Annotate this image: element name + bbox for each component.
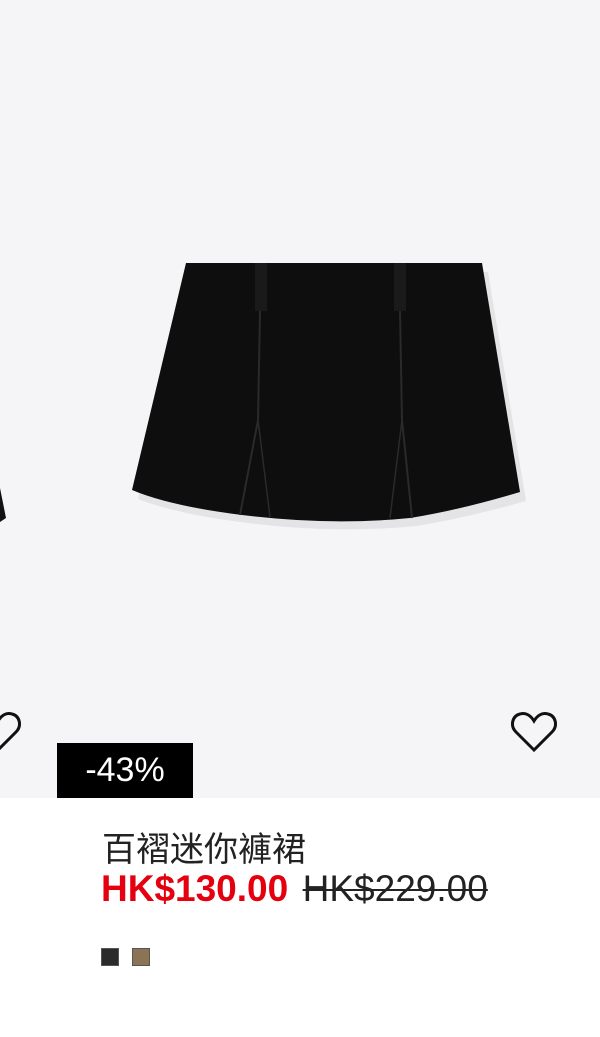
product-title[interactable]: 百褶迷你褲裙 [102, 822, 306, 871]
heart-outline-icon[interactable] [0, 710, 22, 754]
price-row: HK$130.00 HK$229.00 [101, 868, 488, 910]
original-price: HK$229.00 [302, 868, 488, 909]
swatch-black[interactable] [101, 948, 119, 966]
color-swatches [101, 948, 150, 966]
sale-price: HK$130.00 [101, 868, 289, 909]
discount-badge: -43% [57, 743, 193, 798]
swatch-brown[interactable] [132, 948, 150, 966]
favorite-heart-icon[interactable] [510, 710, 558, 754]
product-image-area[interactable]: -43% [0, 0, 600, 798]
product-image-skirt[interactable] [0, 0, 600, 798]
previous-product-image-edge [0, 488, 6, 522]
